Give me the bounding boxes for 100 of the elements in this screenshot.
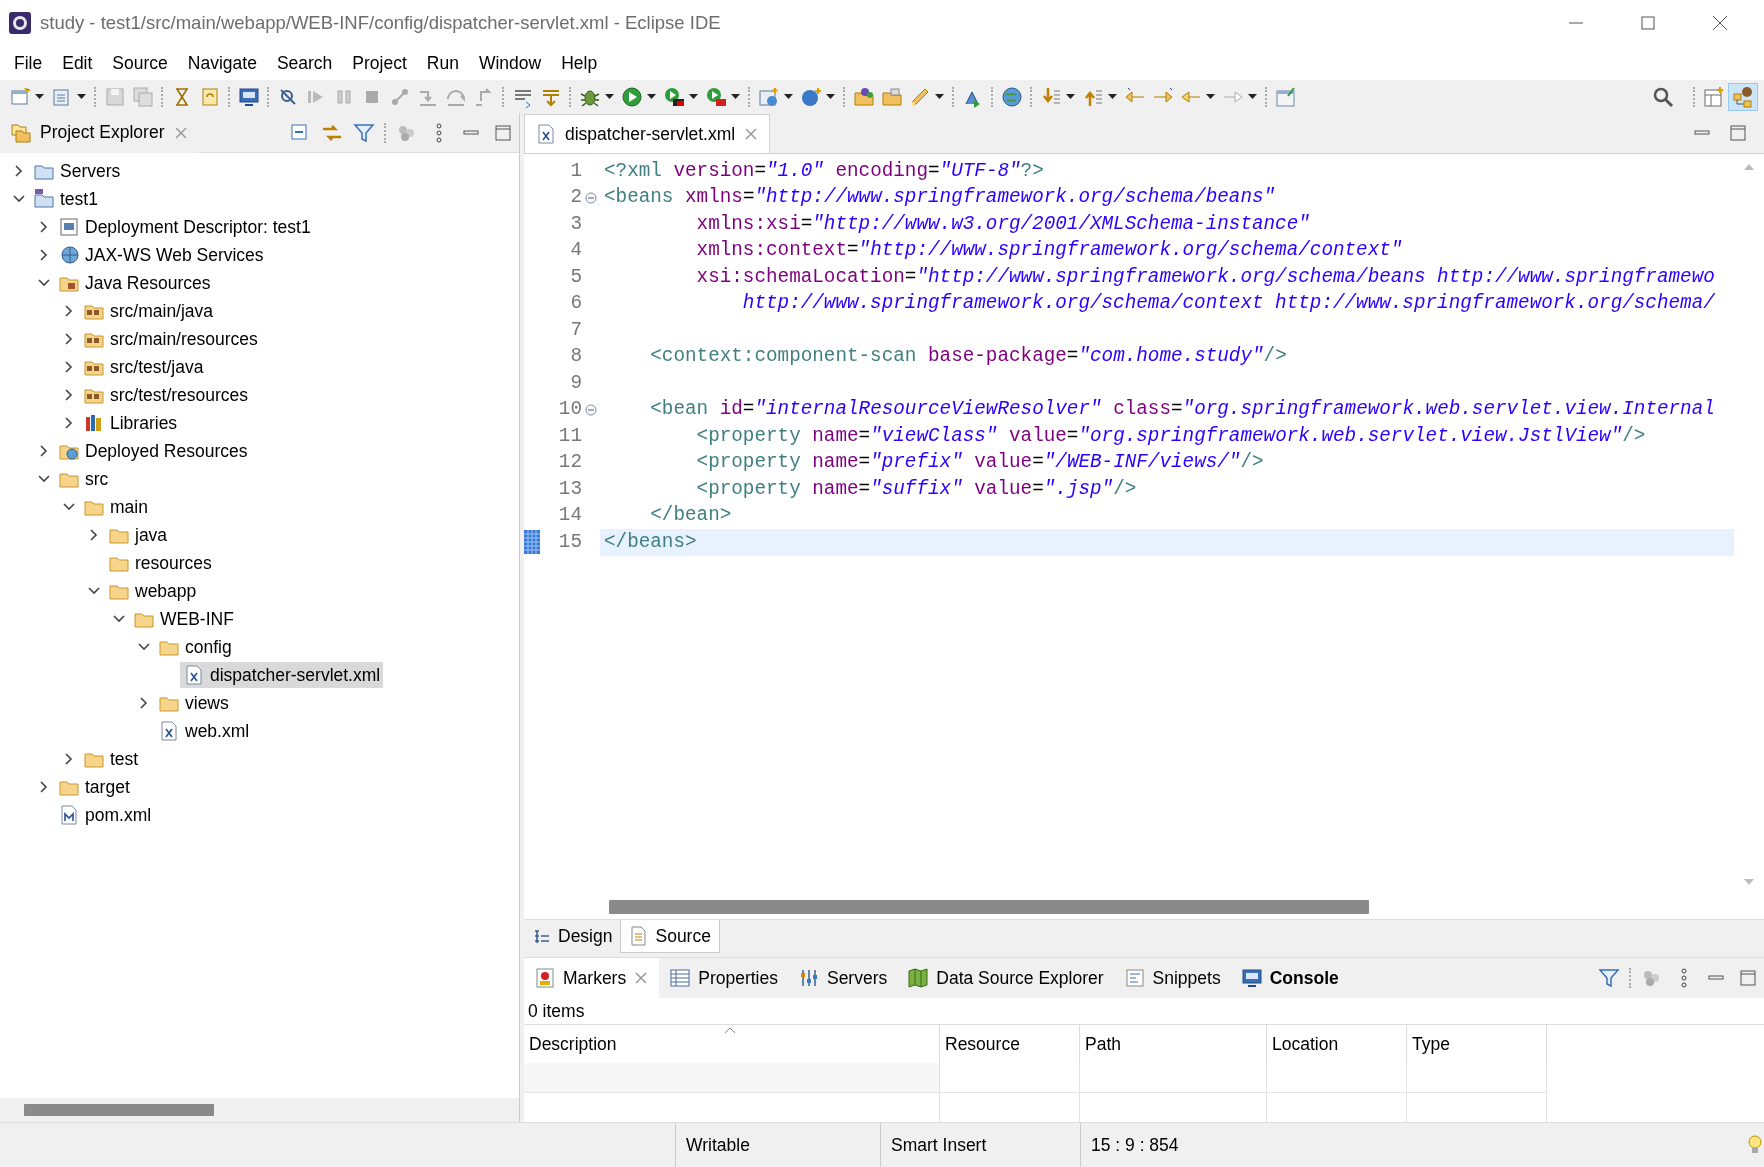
xml-file-icon bbox=[158, 720, 180, 742]
tree-item[interactable]: src/main/java bbox=[80, 298, 217, 324]
dropdown-caret-icon bbox=[1107, 92, 1118, 101]
code-line: </bean> bbox=[649, 503, 733, 529]
window-title: study - test1/src/main/webapp/WEB-INF/config/dispatcher-servlet.xml - Eclipse IDE bbox=[40, 11, 722, 36]
column-header[interactable]: Type bbox=[1407, 1025, 1547, 1064]
menu-item[interactable]: Search bbox=[266, 47, 343, 79]
editor-mode-tab[interactable]: Design bbox=[524, 920, 621, 953]
editor-tab[interactable]: dispatcher-servlet.xml bbox=[524, 114, 771, 153]
maximize-icon[interactable] bbox=[1638, 14, 1658, 32]
tree-item[interactable]: Deployment Descriptor: test1 bbox=[55, 214, 314, 240]
tree-item[interactable]: resources bbox=[105, 550, 215, 576]
tree-item[interactable]: views bbox=[155, 690, 232, 716]
code-line: <context:component-scan base-package="com.home.study"/> bbox=[649, 344, 1288, 370]
monitor-icon bbox=[238, 85, 260, 108]
editor-mode-tab[interactable]: Source bbox=[620, 920, 720, 953]
menu-item[interactable]: Window bbox=[468, 47, 552, 79]
tree-item[interactable]: src/test/resources bbox=[80, 382, 252, 408]
dropdown-caret-icon bbox=[688, 92, 699, 101]
menu-item[interactable]: Navigate bbox=[177, 47, 267, 79]
column-header[interactable]: Location bbox=[1267, 1025, 1407, 1064]
line-number: 8 bbox=[570, 344, 582, 370]
tree-item[interactable]: src/test/java bbox=[80, 354, 207, 380]
tree-item[interactable]: web.xml bbox=[155, 718, 253, 744]
run-tools-icon bbox=[705, 85, 727, 108]
line-number: 6 bbox=[570, 291, 582, 317]
tree-item[interactable]: JAX-WS Web Services bbox=[55, 242, 267, 268]
filter-icon[interactable] bbox=[1598, 967, 1620, 989]
view-tab[interactable]: Markers bbox=[524, 958, 660, 998]
fold-icon[interactable] bbox=[585, 403, 597, 416]
range-indicator bbox=[524, 530, 540, 555]
tree-item[interactable]: java bbox=[105, 522, 171, 548]
hierarchy-icon bbox=[1732, 85, 1754, 108]
view-tab[interactable]: Properties bbox=[659, 958, 788, 998]
tree-item[interactable]: Java Resources bbox=[55, 270, 214, 296]
column-header[interactable]: Path bbox=[1080, 1025, 1267, 1064]
descriptor-icon bbox=[58, 216, 80, 238]
tree-item[interactable]: src/main/resources bbox=[80, 326, 261, 352]
menu-item[interactable]: Source bbox=[102, 47, 178, 79]
open-type-icon bbox=[881, 85, 903, 108]
tree-item[interactable]: target bbox=[55, 774, 133, 800]
close-icon[interactable] bbox=[1710, 14, 1730, 32]
search-icon bbox=[1652, 85, 1674, 108]
tree-item[interactable]: dispatcher-servlet.xml bbox=[180, 662, 384, 688]
save-icon bbox=[104, 85, 126, 108]
dropdown-caret-icon bbox=[34, 92, 45, 101]
code-line: <beans xmlns="http://www.springframework.org/schema/beans" bbox=[603, 185, 1277, 211]
line-number: 15 bbox=[558, 529, 582, 555]
tree-item[interactable]: config bbox=[155, 634, 235, 660]
dropdown-caret-icon bbox=[646, 92, 657, 101]
line-number: 1 bbox=[570, 158, 582, 184]
view-tab[interactable]: Console bbox=[1230, 958, 1349, 998]
status-text: Writable bbox=[686, 1133, 750, 1157]
view-tab[interactable]: Servers bbox=[787, 958, 898, 998]
code-line: xmlns:context="http://www.springframework.org/schema/context" bbox=[695, 238, 1404, 264]
tree-item[interactable]: webapp bbox=[105, 578, 200, 604]
filter-icon[interactable] bbox=[353, 121, 375, 144]
monitor-icon bbox=[1240, 967, 1263, 989]
scrollbar-thumb[interactable] bbox=[24, 1104, 214, 1116]
tree-item[interactable]: WEB-INF bbox=[130, 606, 237, 632]
menu-item[interactable]: Run bbox=[416, 47, 469, 79]
sort-icon bbox=[724, 1027, 736, 1036]
tree-item[interactable]: Deployed Resources bbox=[55, 438, 251, 464]
code-line: http://www.springframework.org/schema/context http://www.springframework.org/schema/ bbox=[741, 291, 1716, 317]
menu-item[interactable]: Edit bbox=[52, 47, 103, 79]
tree-item[interactable]: Libraries bbox=[80, 410, 181, 436]
tree-item[interactable]: pom.xml bbox=[55, 802, 155, 828]
status-text: 15 : 9 : 854 bbox=[1091, 1133, 1179, 1157]
globe-icon bbox=[58, 244, 80, 266]
perspective-button[interactable] bbox=[1728, 82, 1758, 111]
line-number: 10 bbox=[558, 397, 582, 423]
refresh-page-icon bbox=[199, 85, 221, 108]
fold-icon[interactable] bbox=[585, 191, 597, 204]
maximize-icon[interactable] bbox=[1737, 967, 1759, 989]
markers-icon bbox=[534, 967, 556, 989]
menu-item[interactable]: Project bbox=[342, 47, 417, 79]
dropdown-caret-icon bbox=[1065, 92, 1076, 101]
tree-item[interactable]: test bbox=[80, 746, 142, 772]
tree-item[interactable]: src bbox=[55, 466, 112, 492]
xml-file-icon bbox=[183, 664, 205, 686]
view-tab[interactable]: Data Source Explorer bbox=[897, 958, 1114, 998]
tree-item[interactable]: main bbox=[80, 494, 151, 520]
menu-item[interactable]: Help bbox=[551, 47, 608, 79]
tree-item[interactable]: test1 bbox=[30, 186, 101, 212]
dropdown-caret-icon bbox=[76, 92, 87, 101]
column-header[interactable]: Resource bbox=[940, 1025, 1080, 1064]
dropdown-caret-icon bbox=[934, 92, 945, 101]
scrollbar-thumb[interactable] bbox=[609, 900, 1369, 914]
tree-item[interactable]: Servers bbox=[30, 158, 124, 184]
open-folder-icon bbox=[853, 85, 875, 108]
lightbulb-icon bbox=[1746, 1134, 1764, 1156]
table-plus-icon bbox=[1703, 85, 1725, 108]
code-line: xsi:schemaLocation="http://www.springframework.org/schema/beans http://www.springframewo bbox=[695, 264, 1716, 290]
item-count: 0 items bbox=[528, 1001, 585, 1021]
view-tab[interactable]: Snippets bbox=[1113, 958, 1231, 998]
menu-item[interactable]: File bbox=[4, 47, 53, 79]
line-number: 7 bbox=[570, 317, 582, 343]
line-number: 5 bbox=[570, 264, 582, 290]
maven-file-icon bbox=[58, 804, 80, 826]
maximize-icon[interactable] bbox=[1728, 123, 1748, 143]
